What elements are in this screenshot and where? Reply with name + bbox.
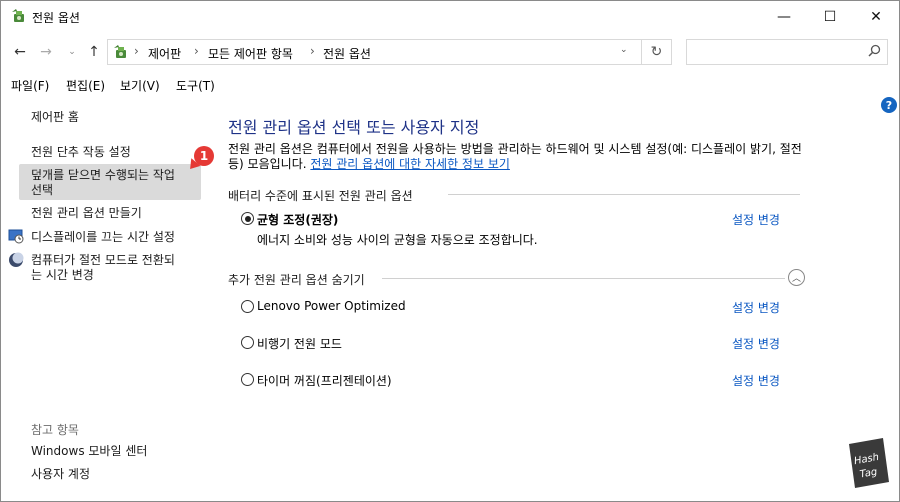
plan-lenovo-radio[interactable] bbox=[241, 300, 254, 313]
plan-timer-off-name[interactable]: 타이머 꺼짐(프리젠테이션) bbox=[257, 372, 392, 389]
more-info-link[interactable]: 전원 관리 옵션에 대한 자세한 정보 보기 bbox=[310, 157, 510, 171]
section-divider bbox=[448, 194, 800, 195]
left-task-pane: 제어판 홈 전원 단추 작동 설정 덮개를 닫으면 수행되는 작업 선택 전원 … bbox=[1, 96, 211, 501]
plan-timer-off-change-link[interactable]: 설정 변경 bbox=[732, 372, 780, 389]
title-bar: 전원 옵션 — ☐ ✕ bbox=[1, 1, 899, 32]
breadcrumb-power-options[interactable]: 전원 옵션 bbox=[323, 45, 371, 62]
help-button[interactable]: ? bbox=[881, 97, 897, 113]
search-input[interactable] bbox=[686, 39, 888, 65]
see-also-title: 참고 항목 bbox=[31, 423, 79, 437]
plan-balanced-radio[interactable] bbox=[241, 212, 254, 225]
display-off-time-link[interactable]: 디스플레이를 끄는 시간 설정 bbox=[31, 230, 175, 245]
extra-plans-toggle-header[interactable]: 추가 전원 관리 옵션 숨기기 bbox=[228, 271, 365, 288]
breadcrumb-all-items[interactable]: 모든 제어판 항목 bbox=[208, 45, 293, 62]
power-options-icon bbox=[12, 9, 24, 22]
search-icon bbox=[868, 44, 881, 61]
plan-lenovo-name[interactable]: Lenovo Power Optimized bbox=[257, 299, 406, 313]
plan-lenovo-change-link[interactable]: 설정 변경 bbox=[732, 299, 780, 316]
breadcrumb-separator: › bbox=[310, 44, 315, 58]
control-panel-icon bbox=[114, 45, 126, 58]
lid-close-action-link[interactable]: 덮개를 닫으면 수행되는 작업 선택 bbox=[31, 168, 201, 198]
menu-edit[interactable]: 편집(E) bbox=[66, 77, 105, 94]
plan-balanced-change-link[interactable]: 설정 변경 bbox=[732, 211, 780, 228]
menu-bar: 파일(F) 편집(E) 보기(V) 도구(T) bbox=[1, 72, 899, 96]
control-panel-home-link[interactable]: 제어판 홈 bbox=[31, 110, 79, 125]
forward-button[interactable]: → bbox=[37, 42, 55, 62]
mobility-center-link[interactable]: Windows 모바일 센터 bbox=[31, 444, 147, 459]
refresh-button[interactable]: ↻ bbox=[642, 39, 672, 65]
battery-plans-header: 배터리 수준에 표시된 전원 관리 옵션 bbox=[228, 189, 413, 203]
plan-balanced-name[interactable]: 균형 조정(권장) bbox=[257, 211, 338, 228]
page-description: 전원 관리 옵션은 컴퓨터에서 전원을 사용하는 방법을 관리하는 하드웨어 및… bbox=[228, 142, 808, 172]
create-power-plan-link[interactable]: 전원 관리 옵션 만들기 bbox=[31, 206, 142, 221]
hashtag-watermark-logo: Hash Tag bbox=[849, 438, 889, 488]
menu-tools[interactable]: 도구(T) bbox=[176, 77, 215, 94]
address-bar[interactable]: › 제어판 › 모든 제어판 항목 › 전원 옵션 ⌄ bbox=[107, 39, 642, 65]
user-accounts-link[interactable]: 사용자 계정 bbox=[31, 467, 90, 482]
plan-airplane-name[interactable]: 비행기 전원 모드 bbox=[257, 335, 342, 352]
plan-airplane-radio[interactable] bbox=[241, 336, 254, 349]
window-title: 전원 옵션 bbox=[32, 11, 80, 25]
menu-file[interactable]: 파일(F) bbox=[11, 77, 49, 94]
section-divider bbox=[382, 278, 785, 279]
up-button[interactable]: ↑ bbox=[85, 42, 103, 62]
recent-locations-dropdown[interactable]: ⌄ bbox=[63, 42, 81, 62]
plan-airplane-change-link[interactable]: 설정 변경 bbox=[732, 335, 780, 352]
back-button[interactable]: ← bbox=[11, 42, 29, 62]
plan-timer-off-radio[interactable] bbox=[241, 373, 254, 386]
address-dropdown-icon[interactable]: ⌄ bbox=[620, 45, 628, 55]
breadcrumb-control-panel[interactable]: 제어판 bbox=[148, 45, 181, 62]
page-title: 전원 관리 옵션 선택 또는 사용자 지정 bbox=[228, 118, 480, 137]
power-button-settings-link[interactable]: 전원 단추 작동 설정 bbox=[31, 145, 131, 160]
sleep-time-link[interactable]: 컴퓨터가 절전 모드로 전환되 는 시간 변경 bbox=[31, 253, 201, 283]
display-timer-icon bbox=[8, 229, 24, 244]
maximize-button[interactable]: ☐ bbox=[807, 1, 853, 32]
breadcrumb-separator: › bbox=[194, 44, 199, 58]
sleep-moon-icon bbox=[9, 252, 24, 267]
breadcrumb-separator: › bbox=[134, 44, 139, 58]
navigation-bar: ← → ⌄ ↑ › 제어판 › 모든 제어판 항목 › 전원 옵션 ⌄ ↻ bbox=[1, 32, 899, 72]
annotation-badge: 1 bbox=[194, 146, 214, 166]
collapse-icon[interactable]: ︿ bbox=[788, 269, 805, 286]
power-options-window: 전원 옵션 — ☐ ✕ ← → ⌄ ↑ › 제어판 › 모든 제어판 항목 › … bbox=[0, 0, 900, 502]
minimize-button[interactable]: — bbox=[761, 1, 807, 32]
plan-balanced-description: 에너지 소비와 성능 사이의 균형을 자동으로 조정합니다. bbox=[257, 233, 538, 247]
menu-view[interactable]: 보기(V) bbox=[120, 77, 160, 94]
close-button[interactable]: ✕ bbox=[853, 1, 899, 32]
